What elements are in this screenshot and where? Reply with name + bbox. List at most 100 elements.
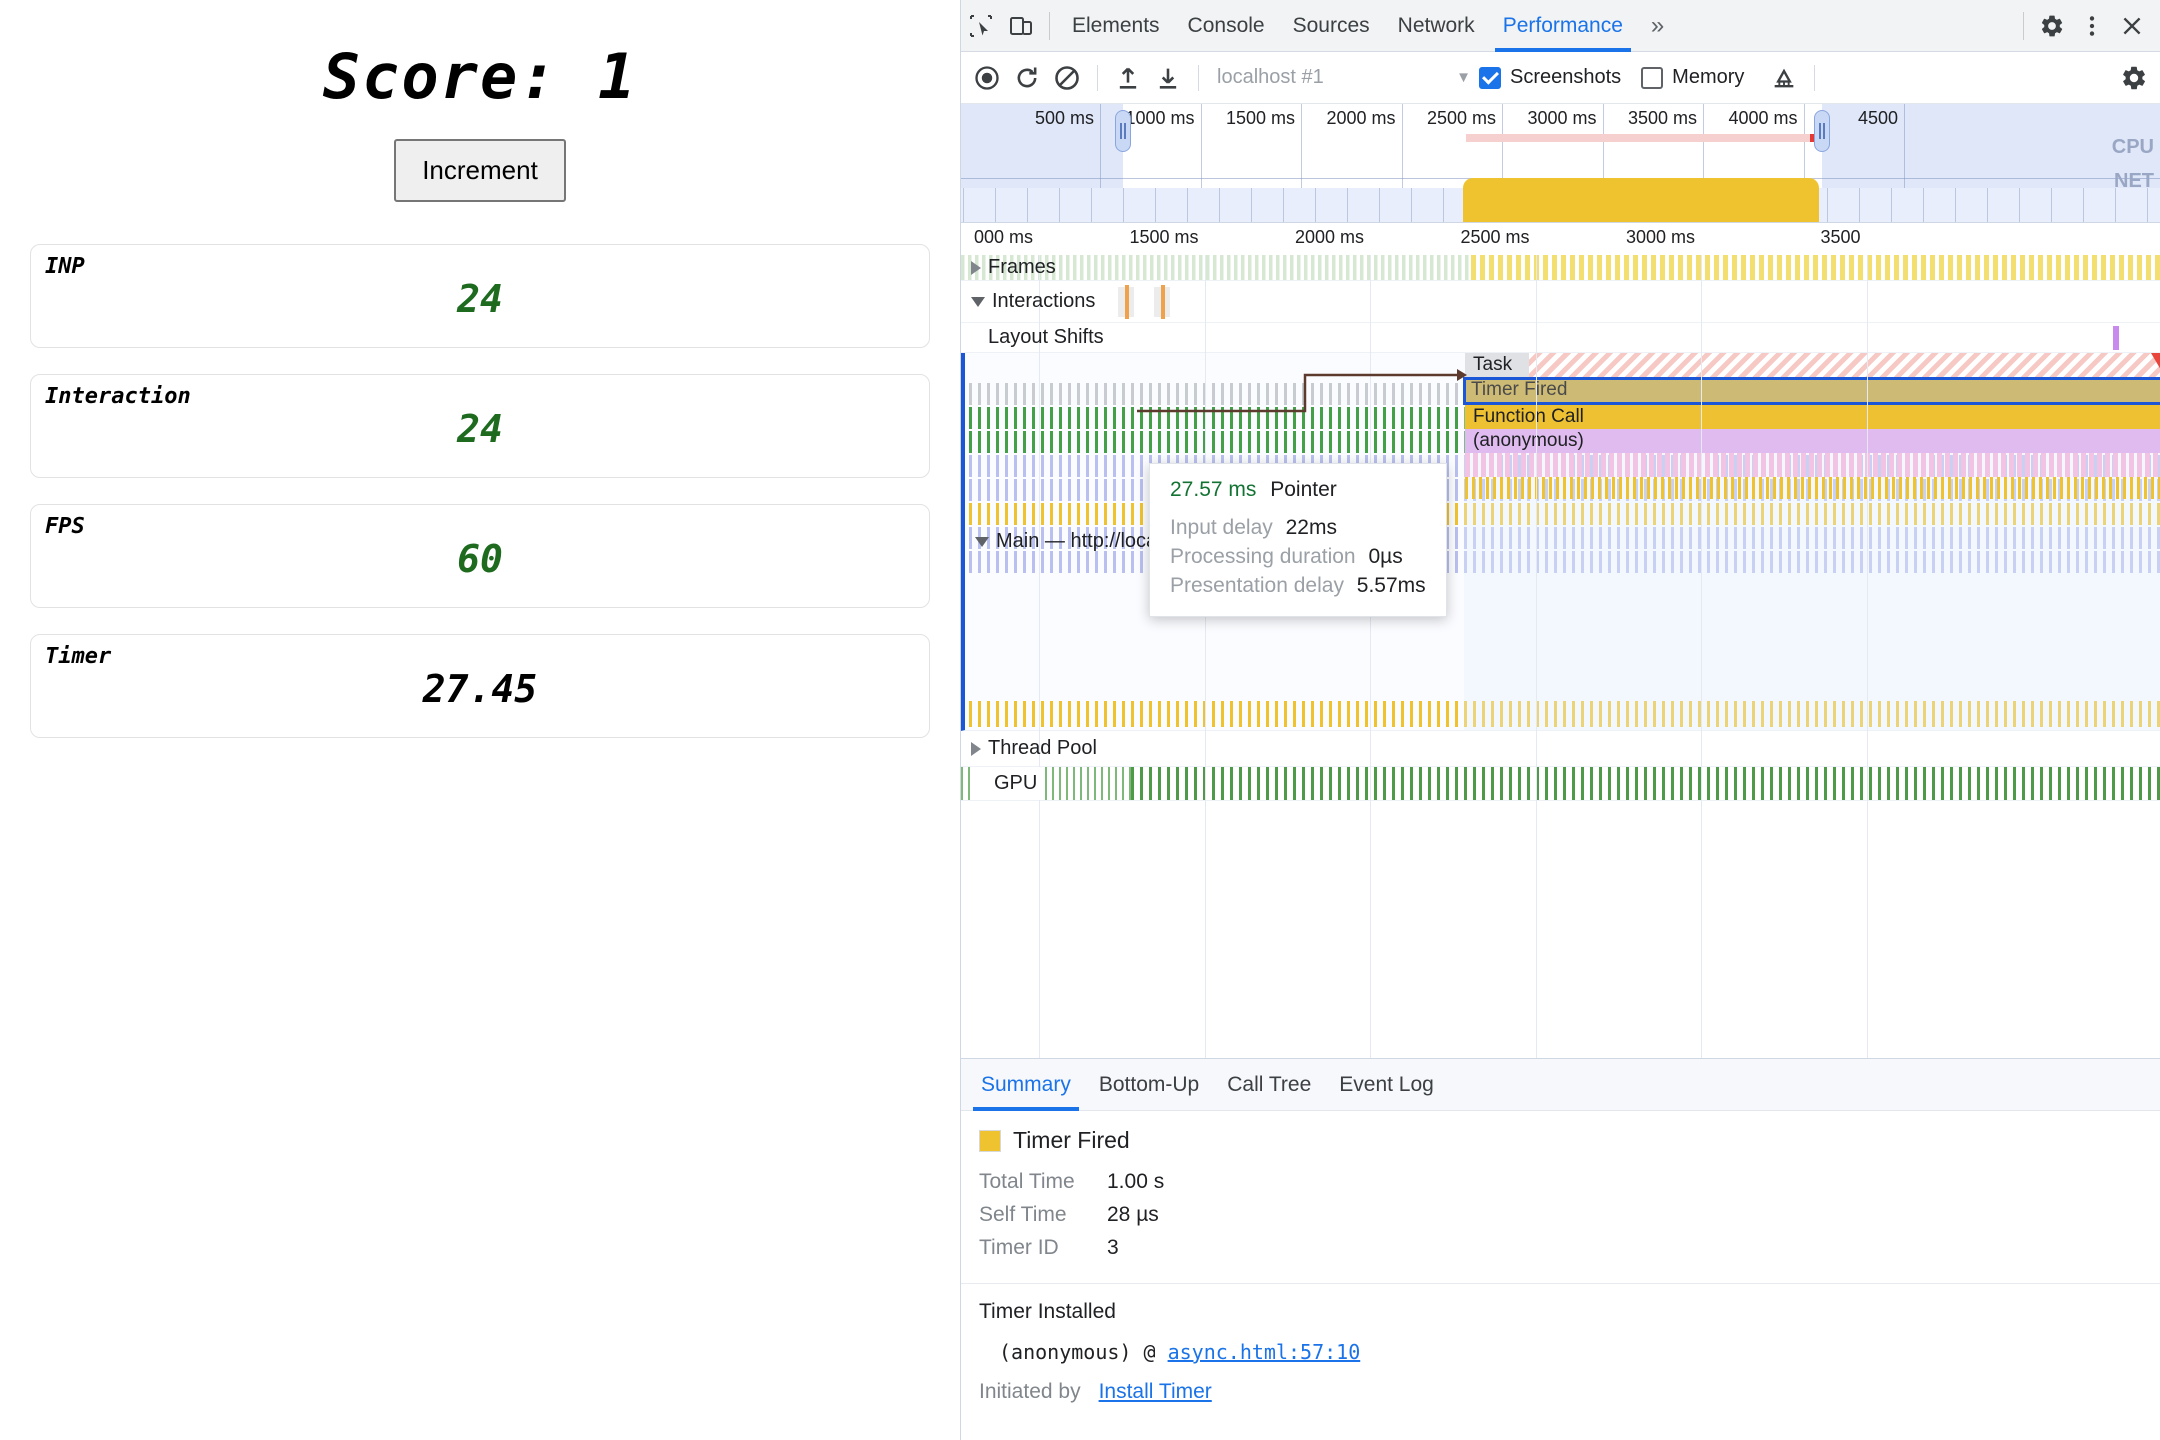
track-header[interactable]: Layout Shifts bbox=[971, 323, 1104, 352]
download-profile-icon[interactable] bbox=[1148, 58, 1188, 98]
toolbar-divider bbox=[1049, 11, 1050, 40]
tab-network[interactable]: Network bbox=[1384, 0, 1489, 52]
overview-tick-label: 4500 bbox=[1857, 108, 1898, 128]
detail-tab-call-tree[interactable]: Call Tree bbox=[1213, 1059, 1325, 1111]
record-icon[interactable] bbox=[967, 58, 1007, 98]
collect-garbage-icon[interactable] bbox=[1764, 58, 1804, 98]
metric-card: INP 24 bbox=[30, 244, 930, 348]
interaction-marker[interactable] bbox=[1161, 285, 1165, 319]
tooltip-row-input-delay: Input delay 22ms bbox=[1170, 516, 1426, 540]
toolbar-divider-3 bbox=[1814, 64, 1816, 91]
tabbar-right-divider bbox=[2023, 11, 2024, 40]
increment-button-wrap: Increment bbox=[0, 139, 960, 202]
tab-console[interactable]: Console bbox=[1174, 0, 1279, 52]
device-toolbar-icon[interactable] bbox=[1001, 6, 1041, 46]
tooltip-value: 22ms bbox=[1285, 516, 1337, 539]
source-link[interactable]: async.html:57:10 bbox=[1168, 1340, 1361, 1364]
track-row[interactable]: Thread Pool bbox=[961, 731, 2160, 767]
overview-tick-label: 2000 ms bbox=[1326, 108, 1396, 128]
flame-bar-long-task-warning bbox=[2151, 353, 2160, 377]
memory-checkbox-box[interactable] bbox=[1641, 66, 1664, 89]
flame-bar-label: Task bbox=[1473, 354, 1513, 375]
metric-label: Interaction bbox=[45, 384, 191, 409]
tab-performance[interactable]: Performance bbox=[1489, 0, 1637, 52]
toolbar-divider-2 bbox=[1198, 64, 1199, 91]
track-header[interactable]: GPU bbox=[971, 767, 1044, 800]
flame-bar-anonymous[interactable]: (anonymous) bbox=[1465, 429, 2160, 453]
kebab-menu-icon[interactable] bbox=[2072, 6, 2112, 46]
interaction-tooltip: 27.57 ms Pointer Input delay 22ms Proces… bbox=[1149, 463, 1447, 617]
chevron-down-icon[interactable] bbox=[971, 296, 985, 307]
devtools-tabbar: Elements Console Sources Network Perform… bbox=[961, 0, 2160, 52]
interaction-marker[interactable] bbox=[1125, 285, 1129, 319]
flame-ruler-tick: 1500 ms bbox=[1129, 227, 1199, 247]
reload-and-record-icon[interactable] bbox=[1007, 58, 1047, 98]
overview-cpu-activity bbox=[1463, 178, 1819, 222]
metric-label: FPS bbox=[45, 514, 85, 539]
overview-tick-label: 2500 ms bbox=[1426, 108, 1496, 128]
initiated-by-row: Initiated by Install Timer bbox=[979, 1380, 2142, 1404]
track-row[interactable]: Layout Shifts bbox=[961, 323, 2160, 353]
tooltip-header: 27.57 ms Pointer bbox=[1170, 478, 1426, 502]
screenshots-checkbox-box[interactable] bbox=[1479, 66, 1501, 89]
overview-tick-label: 1000 ms bbox=[1125, 108, 1195, 128]
track-label: Frames bbox=[988, 256, 1056, 278]
inspect-element-icon[interactable] bbox=[961, 6, 1001, 46]
metric-value: 24 bbox=[457, 407, 503, 451]
overview-tick-label: 1500 ms bbox=[1225, 108, 1295, 128]
initiated-by-key: Initiated by bbox=[979, 1380, 1081, 1403]
more-tabs-chevron-icon[interactable]: » bbox=[1637, 0, 1678, 52]
metric-card: Interaction 24 bbox=[30, 374, 930, 478]
flame-bar-task[interactable]: Task bbox=[1465, 353, 2160, 377]
summary-key: Total Time bbox=[979, 1170, 1075, 1193]
overview-window-left-handle[interactable] bbox=[1115, 110, 1131, 152]
memory-checkbox[interactable]: Memory bbox=[1641, 66, 1744, 89]
frames-stripes-active bbox=[1471, 255, 2160, 280]
flame-bar-function-call[interactable]: Function Call bbox=[1465, 405, 2160, 429]
gear-icon[interactable] bbox=[2032, 6, 2072, 46]
flame-chart[interactable]: 000 ms 1500 ms 2000 ms 2500 ms 3000 ms 3500 F… bbox=[961, 222, 2160, 1058]
capture-settings-gear-icon[interactable] bbox=[2114, 58, 2154, 98]
chevron-down-icon: ▼ bbox=[1456, 69, 1471, 86]
session-select[interactable]: localhost #1 ▼ bbox=[1209, 61, 1479, 95]
flame-ruler-tick: 000 ms bbox=[973, 227, 1033, 247]
timeline-overview[interactable]: 500 ms 1000 ms 1500 ms 2000 ms 2500 ms 3000 m… bbox=[961, 104, 2160, 222]
overview-net-label: NET bbox=[2114, 170, 2154, 192]
clear-icon[interactable] bbox=[1047, 58, 1087, 98]
tooltip-key: Presentation delay bbox=[1170, 574, 1344, 597]
track-header[interactable]: Interactions bbox=[971, 281, 1095, 322]
chevron-right-icon[interactable] bbox=[971, 260, 981, 275]
overview-window-right-handle[interactable] bbox=[1814, 110, 1830, 152]
screenshots-checkbox[interactable]: Screenshots bbox=[1479, 66, 1621, 89]
upload-profile-icon[interactable] bbox=[1108, 58, 1148, 98]
detail-body: Timer Fired Total Time 1.00 s Self Time … bbox=[961, 1111, 2160, 1440]
chevron-right-icon[interactable] bbox=[971, 741, 981, 756]
layout-shift-marker[interactable] bbox=[2113, 326, 2119, 350]
detail-tab-event-log[interactable]: Event Log bbox=[1325, 1059, 1448, 1111]
detail-tabbar: Summary Bottom-Up Call Tree Event Log bbox=[961, 1059, 2160, 1111]
initiated-by-link[interactable]: Install Timer bbox=[1099, 1380, 1212, 1404]
summary-row-total-time: Total Time 1.00 s bbox=[979, 1170, 2142, 1194]
flame-bar-timer-fired[interactable]: Timer Fired bbox=[1463, 377, 2160, 405]
toolbar-divider-1 bbox=[1097, 64, 1098, 91]
increment-button[interactable]: Increment bbox=[394, 139, 566, 202]
tab-elements[interactable]: Elements bbox=[1058, 0, 1174, 52]
detail-tab-summary[interactable]: Summary bbox=[967, 1059, 1085, 1111]
track-row[interactable]: Frames bbox=[961, 255, 2160, 281]
timer-installed-section: Timer Installed (anonymous) @ async.html… bbox=[961, 1284, 2160, 1420]
flame-chart-tracks[interactable]: Frames Interactions Layout Shifts Main — ht… bbox=[961, 255, 2160, 1058]
detail-tab-bottom-up[interactable]: Bottom-Up bbox=[1085, 1059, 1213, 1111]
track-row[interactable]: GPU bbox=[961, 767, 2160, 801]
tab-sources[interactable]: Sources bbox=[1279, 0, 1384, 52]
track-header[interactable]: Frames bbox=[971, 255, 1056, 280]
track-row[interactable]: Interactions bbox=[961, 281, 2160, 323]
flame-chart-ruler: 000 ms 1500 ms 2000 ms 2500 ms 3000 ms 3500 bbox=[961, 223, 2160, 255]
close-icon[interactable] bbox=[2112, 6, 2152, 46]
chevron-down-icon[interactable] bbox=[975, 536, 989, 547]
tooltip-row-presentation-delay: Presentation delay 5.57ms bbox=[1170, 574, 1426, 598]
track-row[interactable]: Main — http://localho ers/async.htmlTask… bbox=[961, 353, 2160, 731]
summary-value: 3 bbox=[1107, 1236, 1119, 1259]
track-header[interactable]: Thread Pool bbox=[971, 731, 1097, 766]
overview-tick-label: 3500 ms bbox=[1627, 108, 1697, 128]
metric-value: 24 bbox=[457, 277, 503, 321]
